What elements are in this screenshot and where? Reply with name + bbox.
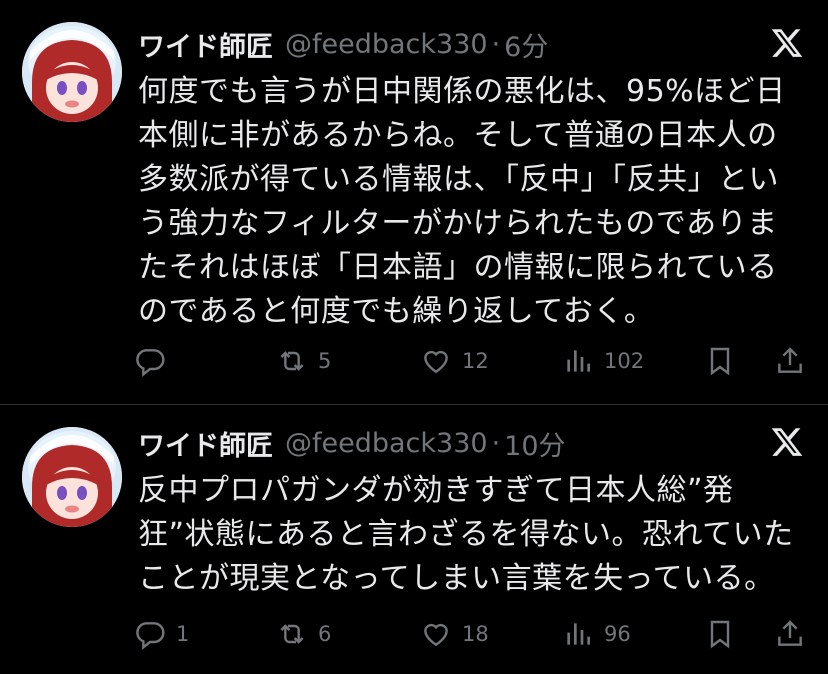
bookmark-icon <box>710 347 730 376</box>
tweet-text: 何度でも言うが日中関係の悪化は、95%ほど日本側に非があるからね。そして普通の日… <box>138 74 786 329</box>
tweet-text: 反中プロパガンダが効きすぎて日本人総”発狂”状態にあると言わざるを得ない。恐れて… <box>138 473 794 596</box>
reply-icon <box>136 349 165 377</box>
view-count: 102 <box>604 349 645 373</box>
reply-button[interactable] <box>134 341 176 381</box>
action-bar: 1 6 18 96 <box>134 614 810 654</box>
views-icon <box>567 350 590 372</box>
display-name[interactable]: ワイド師匠 <box>138 25 273 64</box>
action-bar: 5 12 102 <box>134 341 810 381</box>
share-button[interactable] <box>774 341 806 381</box>
avatar[interactable] <box>22 22 122 122</box>
like-count: 12 <box>462 349 489 373</box>
retweet-button[interactable]: 5 <box>276 341 331 381</box>
retweet-button[interactable]: 6 <box>276 614 331 654</box>
retweet-count: 5 <box>318 349 332 373</box>
heart-icon <box>424 350 448 374</box>
tweet[interactable]: ワイド師匠 @feedback330 · 6分 何度でも言うが日中関係の悪化は、… <box>0 0 828 404</box>
timestamp[interactable]: 6分 <box>504 25 548 64</box>
avatar[interactable] <box>22 427 122 527</box>
x-logo-icon <box>770 26 804 60</box>
view-count: 96 <box>604 622 631 646</box>
timestamp[interactable]: 10分 <box>504 424 565 463</box>
retweet-count: 6 <box>318 622 332 646</box>
x-logo-icon <box>770 425 804 459</box>
share-button[interactable] <box>774 614 806 654</box>
tweet-header: ワイド師匠 @feedback330 · 10分 <box>138 423 566 463</box>
separator: · <box>491 427 501 459</box>
tweet[interactable]: ワイド師匠 @feedback330 · 10分 反中プロパガンダが効きすぎて日… <box>0 405 828 674</box>
bookmark-icon <box>710 620 730 649</box>
bookmark-button[interactable] <box>704 614 736 654</box>
like-button[interactable]: 18 <box>420 614 489 654</box>
views-icon <box>567 623 590 645</box>
handle[interactable]: @feedback330 <box>285 428 488 459</box>
bookmark-button[interactable] <box>704 341 736 381</box>
like-count: 18 <box>462 622 489 646</box>
retweet-icon <box>280 351 304 371</box>
separator: · <box>491 28 501 60</box>
reply-button[interactable]: 1 <box>134 614 189 654</box>
reply-count: 1 <box>176 622 190 646</box>
display-name[interactable]: ワイド師匠 <box>138 424 273 463</box>
share-icon <box>778 347 802 373</box>
views-button[interactable]: 102 <box>562 341 644 381</box>
heart-icon <box>424 623 448 647</box>
share-icon <box>778 620 802 646</box>
views-button[interactable]: 96 <box>562 614 631 654</box>
handle[interactable]: @feedback330 <box>285 29 488 60</box>
retweet-icon <box>280 624 304 644</box>
reply-icon <box>136 622 165 650</box>
tweet-header: ワイド師匠 @feedback330 · 6分 <box>138 24 548 64</box>
like-button[interactable]: 12 <box>420 341 489 381</box>
